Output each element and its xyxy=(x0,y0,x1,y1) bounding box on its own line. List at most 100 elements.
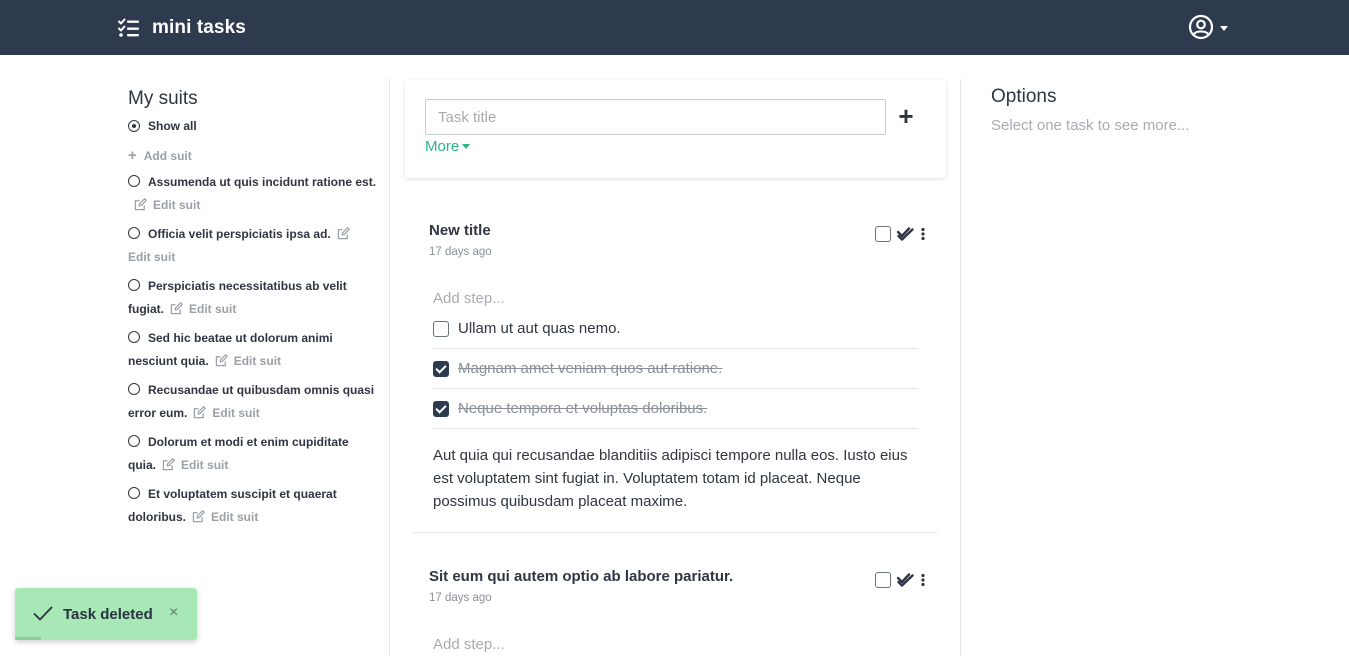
suits-sidebar: My suits Show all + Add suit Assumenda u… xyxy=(128,78,378,529)
edit-suit-link[interactable]: Edit suit xyxy=(192,510,258,524)
task-description[interactable]: Aut quia qui recusandae blanditiis adipi… xyxy=(433,444,917,513)
edit-suit-label: Edit suit xyxy=(189,302,237,316)
check-icon xyxy=(33,606,53,621)
radio-icon xyxy=(128,487,140,499)
show-all-label: Show all xyxy=(148,119,197,133)
column-divider xyxy=(960,79,961,656)
suit-name-line-2: fugiat. xyxy=(128,302,164,316)
step-text: Neque tempora et voluptas doloribus. xyxy=(458,400,708,417)
edit-suit-link[interactable]: Edit suit xyxy=(337,227,356,241)
task-actions xyxy=(875,572,926,588)
app-name: mini tasks xyxy=(152,17,246,38)
chevron-down-icon xyxy=(1220,25,1228,31)
task-date: 17 days ago xyxy=(429,592,492,604)
task-title: Sit eum qui autem optio ab labore pariat… xyxy=(429,568,734,585)
suit-name: Officia velit perspiciatis ipsa ad. xyxy=(148,227,331,241)
radio-icon xyxy=(128,435,140,447)
suit-name-line-1: Dolorum et modi et enim cupiditate xyxy=(148,435,349,449)
options-panel: Options Select one task to see more... xyxy=(991,86,1189,134)
step-item[interactable]: Magnam amet veniam quos aut ratione. xyxy=(433,349,917,389)
step-item[interactable]: Neque tempora et voluptas doloribus. xyxy=(433,389,917,429)
edit-icon xyxy=(337,227,350,240)
add-step-input[interactable]: Add step... xyxy=(433,636,505,653)
close-icon[interactable]: × xyxy=(169,603,178,623)
column-divider xyxy=(389,79,390,656)
user-circle-icon xyxy=(1188,14,1214,40)
add-suit-label: Add suit xyxy=(143,149,192,163)
add-suit-button[interactable]: + Add suit xyxy=(128,147,378,164)
chevron-down-icon xyxy=(462,144,471,149)
suit-item[interactable]: Et voluptatem suscipit et quaerat dolori… xyxy=(128,483,378,529)
edit-suit-label: Edit suit xyxy=(153,198,201,212)
suit-item[interactable]: Officia velit perspiciatis ipsa ad. Edit … xyxy=(128,223,378,269)
show-all-option[interactable]: Show all xyxy=(128,119,378,133)
suit-item[interactable]: Dolorum et modi et enim cupiditate quia.… xyxy=(128,431,378,477)
edit-suit-label: Edit suit xyxy=(212,406,260,420)
task-actions xyxy=(875,226,926,242)
suit-item[interactable]: Assumenda ut quis incidunt ratione est. … xyxy=(128,171,378,217)
task-title-input[interactable] xyxy=(425,99,886,135)
add-task-button[interactable]: + xyxy=(895,103,917,130)
more-vertical-icon[interactable] xyxy=(920,227,926,241)
edit-suit-label: Edit suit xyxy=(233,354,282,368)
suit-name-line-2: error eum. xyxy=(128,406,188,420)
brand[interactable]: mini tasks xyxy=(118,15,246,41)
double-check-icon[interactable] xyxy=(897,573,914,587)
step-text: Ullam ut aut quas nemo. xyxy=(458,320,621,337)
step-checkbox[interactable] xyxy=(433,320,449,337)
radio-icon xyxy=(128,279,140,291)
options-hint: Select one task to see more... xyxy=(991,117,1190,134)
task-date: 17 days ago xyxy=(429,246,492,258)
step-checkbox[interactable] xyxy=(433,360,449,377)
edit-icon xyxy=(162,458,175,471)
edit-suit-link[interactable]: Edit suit xyxy=(215,354,281,368)
suit-item[interactable]: Perspiciatis necessitatibus ab velit fug… xyxy=(128,275,378,321)
options-title: Options xyxy=(991,86,1057,107)
toast-message: Task deleted xyxy=(63,605,153,623)
radio-icon xyxy=(128,227,140,239)
task-card[interactable]: New title 17 days ago Add step... Ullam … xyxy=(413,222,937,533)
edit-icon xyxy=(215,354,228,367)
tasks-list-icon xyxy=(118,18,139,37)
step-text: Magnam amet veniam quos aut ratione. xyxy=(458,360,723,377)
new-task-card: + More xyxy=(405,80,946,178)
task-complete-checkbox[interactable] xyxy=(875,572,891,588)
add-step-input[interactable]: Add step... xyxy=(433,290,505,307)
edit-icon xyxy=(170,302,183,315)
radio-icon xyxy=(128,175,140,187)
suit-name-line-2: doloribus. xyxy=(128,510,186,524)
navbar: mini tasks xyxy=(0,0,1349,55)
edit-icon xyxy=(192,510,205,523)
suit-name-line-1: Perspiciatis necessitatibus ab velit xyxy=(148,279,347,293)
suit-name-line-1: Sed hic beatae ut dolorum animi xyxy=(148,331,333,345)
task-card[interactable]: Sit eum qui autem optio ab labore pariat… xyxy=(413,568,937,656)
more-vertical-icon[interactable] xyxy=(920,573,926,587)
user-menu-button[interactable] xyxy=(1188,14,1228,40)
task-complete-checkbox[interactable] xyxy=(875,226,891,242)
more-label: More xyxy=(425,138,460,155)
radio-icon xyxy=(128,383,140,395)
double-check-icon[interactable] xyxy=(897,227,914,241)
edit-suit-label: Edit suit xyxy=(181,458,229,472)
suits-title: My suits xyxy=(128,88,198,109)
toast-notification: Task deleted × xyxy=(15,588,197,640)
suit-name-line-1: Et voluptatem suscipit et quaerat xyxy=(148,487,337,501)
task-title: New title xyxy=(429,222,491,239)
edit-icon xyxy=(194,406,207,419)
suit-name-line-2: nesciunt quia. xyxy=(128,354,209,368)
suits-list: Assumenda ut quis incidunt ratione est. … xyxy=(128,171,378,529)
edit-icon xyxy=(134,198,147,211)
suit-name-line-2: quia. xyxy=(128,458,157,472)
more-dropdown[interactable]: More xyxy=(425,138,471,155)
edit-suit-link[interactable]: Edit suit xyxy=(134,198,200,212)
step-checkbox[interactable] xyxy=(433,400,449,417)
edit-suit-link[interactable]: Edit suit xyxy=(162,458,228,472)
edit-suit-link[interactable]: Edit suit xyxy=(170,302,236,316)
edit-suit-link[interactable]: Edit suit xyxy=(128,250,175,264)
step-item[interactable]: Ullam ut aut quas nemo. xyxy=(433,309,917,349)
suit-item[interactable]: Recusandae ut quibusdam omnis quasi erro… xyxy=(128,379,378,425)
suit-item[interactable]: Sed hic beatae ut dolorum animi nesciunt… xyxy=(128,327,378,373)
plus-icon: + xyxy=(128,147,137,164)
task-divider xyxy=(413,532,937,533)
edit-suit-link[interactable]: Edit suit xyxy=(193,406,260,420)
